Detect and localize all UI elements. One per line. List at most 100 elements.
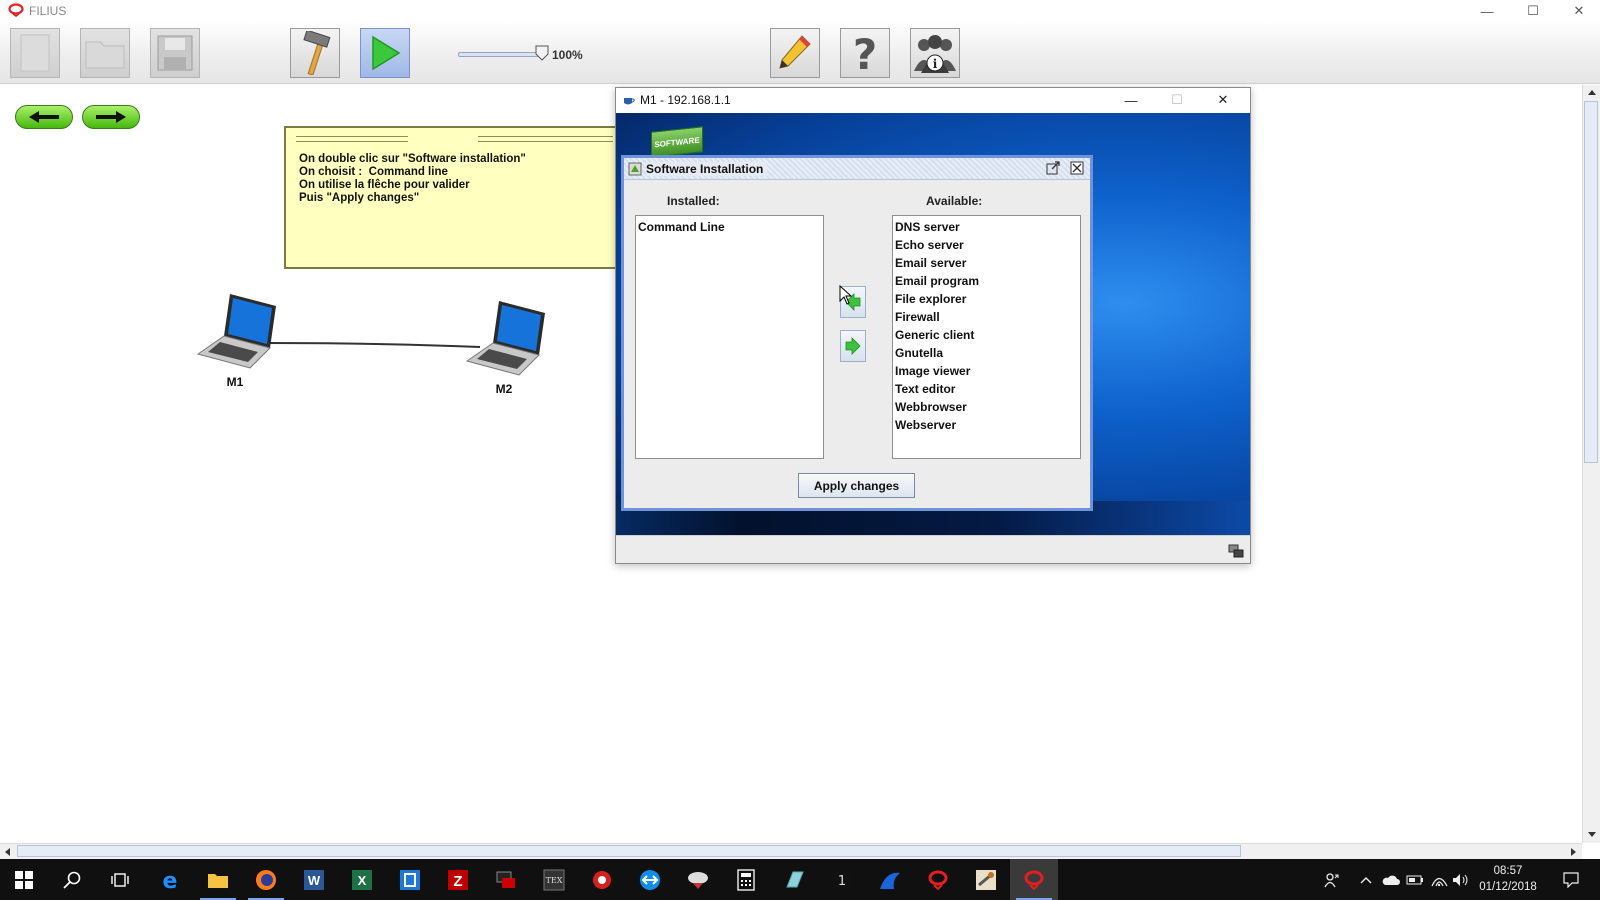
dialog-titlebar[interactable]: Software Installation	[624, 158, 1090, 180]
info-button[interactable]: i	[910, 28, 960, 78]
scroll-down-icon[interactable]	[1587, 831, 1597, 839]
list-item[interactable]: Command Line	[638, 218, 821, 236]
app-red-icon	[593, 870, 611, 889]
taskbar-word[interactable]: W	[290, 859, 338, 900]
help-button[interactable]: ?	[840, 28, 890, 78]
taskbar-app-1[interactable]: 1	[818, 859, 866, 900]
taskbar-excel[interactable]: X	[338, 859, 386, 900]
host-maximize-button[interactable]: ☐	[1154, 89, 1200, 111]
list-item[interactable]: File explorer	[895, 290, 1078, 308]
node-m2[interactable]: M2	[454, 299, 554, 396]
minimize-button[interactable]: —	[1464, 0, 1510, 22]
list-item[interactable]: Firewall	[895, 308, 1078, 326]
scroll-up-icon[interactable]	[1587, 88, 1597, 96]
list-item[interactable]: Webserver	[895, 416, 1078, 434]
battery-icon[interactable]	[1404, 859, 1426, 900]
available-list[interactable]: DNS server Echo server Email server Emai…	[892, 215, 1081, 459]
host-close-button[interactable]: ✕	[1200, 89, 1246, 111]
host-window-titlebar[interactable]: M1 - 192.168.1.1 — ☐ ✕	[616, 88, 1250, 113]
taskbar-app-blue[interactable]	[866, 859, 914, 900]
svg-text:1: 1	[838, 874, 846, 889]
taskbar-calculator[interactable]	[722, 859, 770, 900]
taskbar-filius[interactable]	[914, 859, 962, 900]
clock-time: 08:57	[1493, 865, 1523, 877]
list-item[interactable]: Email server	[895, 254, 1078, 272]
list-item[interactable]: Gnutella	[895, 344, 1078, 362]
simulation-play-button[interactable]	[360, 28, 410, 78]
host-status-bar	[616, 535, 1250, 563]
list-item[interactable]: Image viewer	[895, 362, 1078, 380]
taskbar-search-button[interactable]	[48, 859, 96, 900]
taskbar-filius-running[interactable]	[1010, 859, 1058, 900]
uninstall-right-button[interactable]	[840, 330, 866, 362]
scroll-right-icon[interactable]	[1570, 847, 1578, 857]
back-arrow-button[interactable]	[15, 105, 73, 129]
folder-icon	[85, 41, 125, 69]
save-button[interactable]	[150, 28, 200, 78]
green-arrow-right-icon	[845, 337, 861, 355]
notification-center-icon[interactable]	[1556, 859, 1586, 900]
new-file-button[interactable]	[10, 28, 60, 78]
calculator-icon	[737, 868, 755, 891]
app-prism-icon	[786, 871, 804, 887]
list-item[interactable]: DNS server	[895, 218, 1078, 236]
network-window-icon[interactable]	[1228, 544, 1244, 558]
installed-list[interactable]: Command Line	[635, 215, 824, 459]
list-item[interactable]: Generic client	[895, 326, 1078, 344]
host-minimize-button[interactable]: —	[1108, 89, 1154, 111]
open-folder-button[interactable]	[80, 28, 130, 78]
laptop-icon	[196, 294, 276, 369]
note-grip	[478, 136, 613, 142]
editor-icon	[400, 869, 420, 890]
software-installation-dialog[interactable]: Software Installation Installed: Availab…	[621, 155, 1093, 511]
list-item[interactable]: Text editor	[895, 380, 1078, 398]
forward-arrow-button[interactable]	[82, 105, 140, 129]
detach-icon[interactable]	[1046, 161, 1060, 175]
task-view-button[interactable]	[96, 859, 144, 900]
taskbar-app-bird[interactable]	[674, 859, 722, 900]
node-label: M2	[495, 382, 513, 396]
app-title-bar: FILIUS — ☐ ✕	[0, 0, 1600, 22]
taskbar-file-explorer[interactable]	[194, 859, 242, 900]
wifi-icon[interactable]	[1428, 859, 1450, 900]
horizontal-scrollbar-thumb[interactable]	[17, 845, 1241, 857]
taskbar-app-dark[interactable]	[482, 859, 530, 900]
taskbar-editor[interactable]	[386, 859, 434, 900]
people-icon[interactable]	[1318, 859, 1346, 900]
taskbar-teamviewer[interactable]	[626, 859, 674, 900]
tray-chevron-up-icon[interactable]	[1356, 859, 1376, 900]
taskbar-gimp[interactable]	[962, 859, 1010, 900]
onedrive-cloud-icon[interactable]	[1380, 859, 1402, 900]
software-installation-desktop-icon[interactable]: SOFTWARE	[651, 126, 703, 158]
start-button[interactable]	[0, 859, 48, 900]
mouse-cursor-icon	[839, 285, 853, 305]
design-mode-button[interactable]	[290, 28, 340, 78]
floppy-disk-icon	[157, 35, 193, 71]
apply-changes-button[interactable]: Apply changes	[798, 473, 915, 498]
maximize-button[interactable]: ☐	[1510, 0, 1556, 22]
word-icon: W	[304, 869, 324, 890]
app-bird-icon	[688, 871, 708, 889]
users-info-icon: i	[914, 35, 956, 73]
taskbar-firefox[interactable]	[242, 859, 290, 900]
taskbar-clock[interactable]: 08:57 01/12/2018	[1464, 863, 1552, 895]
close-button[interactable]: ✕	[1556, 0, 1600, 22]
taskbar-app-red[interactable]	[578, 859, 626, 900]
sticky-note[interactable]: On double clic sur "Software installatio…	[284, 126, 622, 269]
taskbar-edge[interactable]: e	[146, 859, 194, 900]
taskbar-tex-app[interactable]: TEX	[530, 859, 578, 900]
edit-button[interactable]	[770, 28, 820, 78]
list-item[interactable]: Email program	[895, 272, 1078, 290]
scroll-left-icon[interactable]	[3, 847, 11, 857]
taskbar-app-prism[interactable]	[770, 859, 818, 900]
node-m1[interactable]: M1	[185, 292, 285, 389]
vertical-scrollbar-thumb[interactable]	[1584, 101, 1598, 463]
list-item[interactable]: Echo server	[895, 236, 1078, 254]
zoom-slider-thumb[interactable]	[535, 45, 549, 61]
dialog-close-icon[interactable]	[1070, 161, 1084, 175]
svg-text:e: e	[163, 869, 178, 891]
zoom-slider-track[interactable]	[458, 52, 542, 57]
taskbar-filezilla[interactable]: Z	[434, 859, 482, 900]
question-mark-icon: ?	[853, 31, 877, 75]
list-item[interactable]: Webbrowser	[895, 398, 1078, 416]
